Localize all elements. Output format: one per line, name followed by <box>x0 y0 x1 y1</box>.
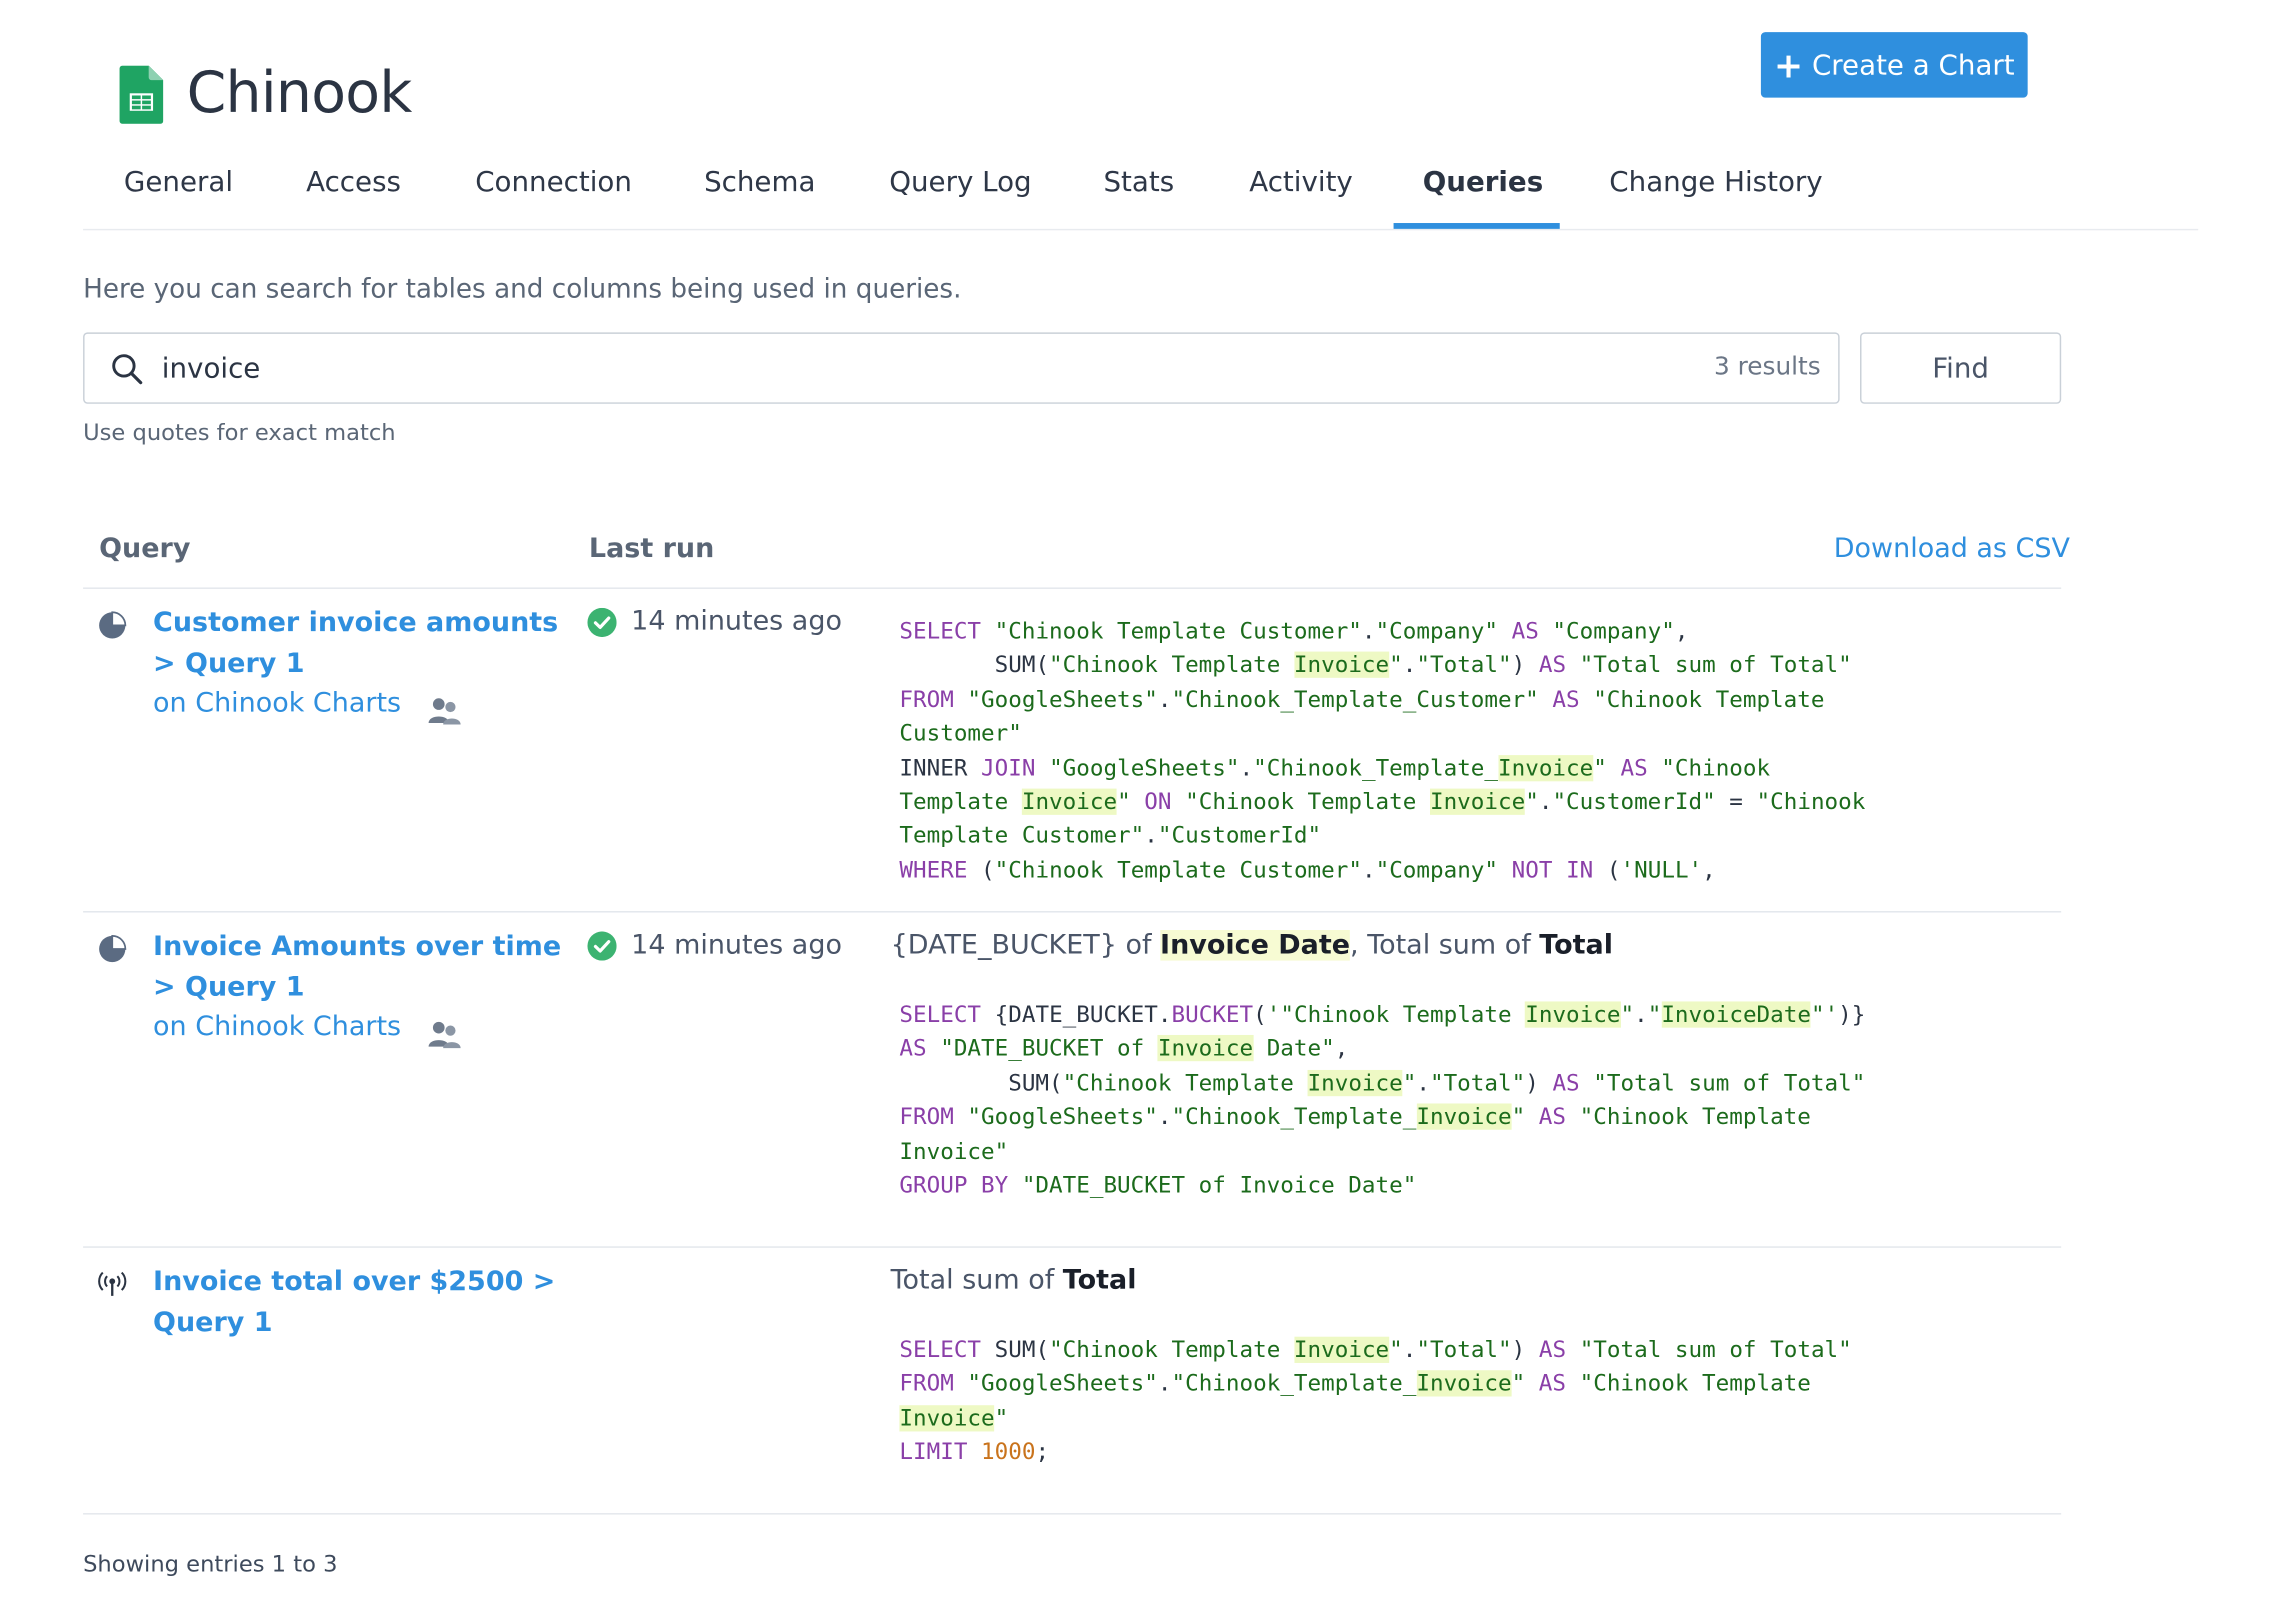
download-csv-link[interactable]: Download as CSV <box>1834 534 2070 565</box>
search-hint: Use quotes for exact match <box>83 419 396 447</box>
success-check-icon <box>587 930 617 960</box>
summary-field: Invoice Date <box>1160 930 1351 961</box>
sql-code: SELECT {DATE_BUCKET.BUCKET('"Chinook Tem… <box>899 1001 1866 1199</box>
google-sheets-icon <box>119 65 164 124</box>
on-word: on <box>153 1011 187 1043</box>
summary-text: , Total sum of <box>1350 930 1540 961</box>
dashboard-link[interactable]: Chinook Charts <box>195 688 401 719</box>
divider <box>83 1513 2062 1515</box>
tab-stats[interactable]: Stats <box>1103 166 1174 198</box>
divider <box>83 587 2062 589</box>
query-summary: Total sum of Total <box>891 1265 1137 1296</box>
search-box: 3 results <box>83 332 1840 404</box>
query-name: Invoice Amounts over time <box>153 931 562 963</box>
page-title: Chinook <box>186 61 413 128</box>
tab-query-log[interactable]: Query Log <box>889 166 1031 198</box>
plus-icon: + <box>1773 44 1804 86</box>
tab-connection[interactable]: Connection <box>475 166 632 198</box>
query-name-suffix: Query 1 <box>153 1307 273 1339</box>
tab-bar: General Access Connection Schema Query L… <box>83 146 2199 231</box>
divider <box>83 911 2062 913</box>
search-input[interactable] <box>158 345 1623 393</box>
broadcast-icon <box>98 1271 127 1296</box>
query-name-suffix: > Query 1 <box>153 972 305 1003</box>
search-icon <box>112 354 143 385</box>
query-link[interactable]: Invoice Amounts over time > Query 1 <box>153 927 561 1009</box>
active-tab-indicator <box>1393 223 1560 229</box>
tab-schema[interactable]: Schema <box>704 166 815 198</box>
query-link[interactable]: Customer invoice amounts > Query 1 <box>153 603 561 685</box>
pie-chart-icon <box>99 934 127 963</box>
column-header-last-run: Last run <box>588 533 715 565</box>
column-header-query: Query <box>99 533 191 565</box>
query-name: Customer invoice amounts <box>153 607 559 639</box>
tab-access[interactable]: Access <box>306 166 401 198</box>
tab-queries[interactable]: Queries <box>1423 166 1543 198</box>
query-name: Invoice total over $2500 > <box>153 1266 556 1298</box>
pagination-info: Showing entries 1 to 3 <box>83 1550 338 1578</box>
dashboard-line: on Chinook Charts <box>153 688 401 719</box>
query-summary: {DATE_BUCKET} of Invoice Date, Total sum… <box>891 930 1613 961</box>
query-name-suffix: > Query 1 <box>153 648 305 680</box>
last-run-time: 14 minutes ago <box>631 930 842 961</box>
sql-code: SELECT SUM("Chinook Template Invoice"."T… <box>899 1336 1852 1466</box>
create-chart-button[interactable]: + Create a Chart <box>1760 32 2028 98</box>
sql-code: SELECT "Chinook Template Customer"."Comp… <box>899 618 1866 884</box>
last-run: 14 minutes ago <box>587 606 842 637</box>
pie-chart-icon <box>99 611 127 639</box>
query-link[interactable]: Invoice total over $2500 > Query 1 <box>153 1262 561 1344</box>
page-header: Chinook <box>119 23 413 165</box>
dashboard-line: on Chinook Charts <box>153 1012 401 1043</box>
results-count: 3 results <box>1714 352 1821 382</box>
last-run-time: 14 minutes ago <box>631 606 842 638</box>
last-run: 14 minutes ago <box>587 930 842 961</box>
tab-activity[interactable]: Activity <box>1249 166 1353 198</box>
summary-field: Total <box>1062 1265 1137 1296</box>
summary-field: Total <box>1539 930 1613 961</box>
find-button[interactable]: Find <box>1860 332 2062 404</box>
shared-users-icon <box>428 1021 461 1049</box>
dashboard-link[interactable]: Chinook Charts <box>195 1012 401 1043</box>
summary-text: {DATE_BUCKET} of <box>890 930 1161 961</box>
tab-general[interactable]: General <box>124 166 233 198</box>
create-chart-label: Create a Chart <box>1811 48 2015 81</box>
tab-change-history[interactable]: Change History <box>1609 166 1822 198</box>
divider <box>83 1246 2062 1248</box>
success-check-icon <box>587 607 617 637</box>
shared-users-icon <box>428 698 461 725</box>
intro-text: Here you can search for tables and colum… <box>83 274 962 305</box>
on-word: on <box>153 688 187 719</box>
summary-text: Total sum of <box>890 1265 1063 1296</box>
